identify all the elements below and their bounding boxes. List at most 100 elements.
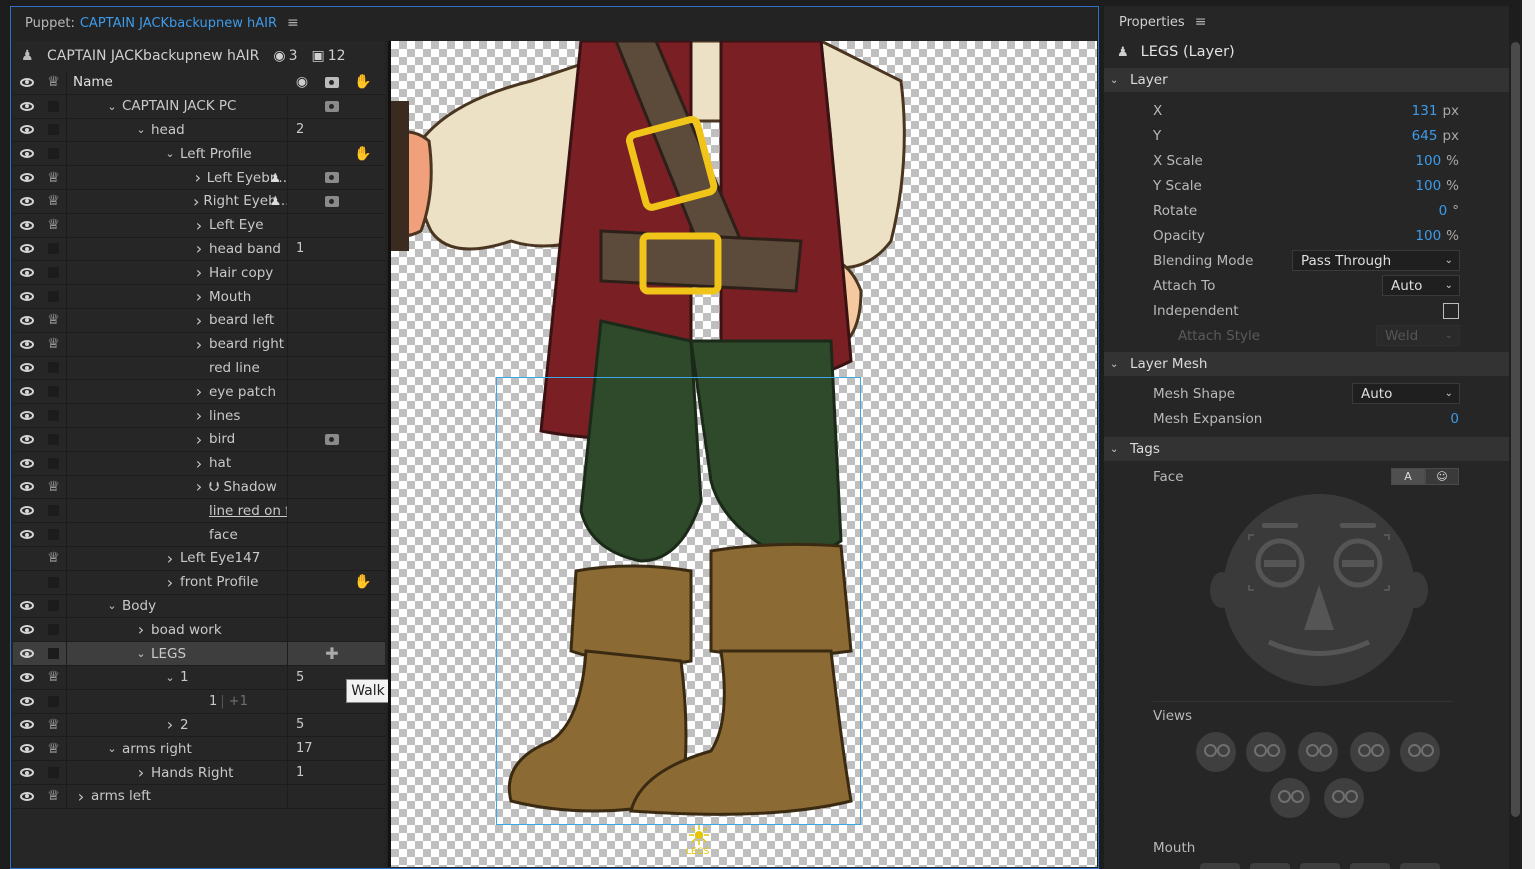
chevron-right-icon[interactable]: › — [193, 287, 205, 306]
tree-row[interactable]: › Hands Right 1 — [13, 761, 385, 785]
chevron-right-icon[interactable]: › — [193, 311, 205, 330]
tree-row[interactable]: › Hair copy — [13, 261, 385, 286]
tree-row-name[interactable]: › Right Eyeb... ♟ — [67, 189, 288, 213]
visibility-eye-icon[interactable] — [13, 238, 41, 261]
chevron-right-icon[interactable]: › — [164, 549, 176, 568]
tree-row[interactable]: ♕ ⌄ arms right 17 — [13, 737, 385, 762]
camera-slot[interactable] — [316, 119, 348, 142]
tree-row[interactable]: red line — [13, 356, 385, 381]
visibility-eye-icon[interactable] — [13, 642, 41, 665]
camera-icon[interactable] — [316, 428, 348, 451]
chevron-right-icon[interactable]: › — [164, 573, 176, 592]
camera-slot[interactable] — [316, 476, 348, 499]
tree-row-name[interactable]: › ⮋ Shadow — [67, 475, 288, 499]
tree-row[interactable]: ♕ › ⮋ Shadow — [13, 475, 385, 500]
camera-slot[interactable] — [316, 666, 348, 689]
mouth-shape-icon[interactable] — [1350, 863, 1390, 869]
chevron-right-icon[interactable]: › — [193, 406, 205, 425]
visibility-eye-icon[interactable] — [13, 737, 41, 760]
chevron-down-icon[interactable]: ⌄ — [106, 599, 118, 612]
chevron-right-icon[interactable]: › — [193, 454, 205, 473]
camera-slot[interactable] — [316, 595, 348, 618]
view-downward-icon[interactable] — [1324, 778, 1364, 818]
tree-row[interactable]: ♕ › Right Eyeb... ♟ — [13, 189, 385, 214]
hand-icon[interactable]: ✋ — [348, 571, 378, 594]
tree-row[interactable]: › lines — [13, 404, 385, 428]
camera-slot[interactable] — [316, 357, 348, 380]
crown-icon[interactable]: ♕ — [41, 213, 67, 237]
tree-row[interactable]: › Mouth — [13, 285, 385, 309]
view-frontal-icon[interactable] — [1298, 732, 1338, 772]
hand-slot[interactable] — [348, 476, 378, 499]
tree-row[interactable]: ⌄ Left Profile ✋ — [13, 142, 385, 167]
prop-x-value[interactable]: 131 — [1412, 103, 1438, 119]
camera-slot[interactable] — [316, 261, 348, 284]
solo-toggle[interactable] — [41, 451, 67, 475]
chevron-right-icon[interactable]: › — [193, 239, 205, 258]
tree-row[interactable]: ⌄ head 2 — [13, 118, 385, 143]
visibility-eye-icon[interactable] — [13, 309, 41, 332]
visibility-eye-icon[interactable] — [13, 785, 41, 808]
properties-scrollbar-thumb[interactable] — [1511, 42, 1520, 817]
chevron-right-icon[interactable]: › — [75, 787, 87, 806]
crown-icon[interactable]: ♕ — [41, 189, 67, 213]
crown-icon[interactable]: ♕ — [41, 546, 67, 570]
mesh-expansion-value[interactable]: 0 — [1450, 411, 1459, 427]
view-right-quarter-icon[interactable] — [1350, 732, 1390, 772]
solo-toggle[interactable] — [41, 570, 67, 594]
visibility-eye-icon[interactable] — [13, 666, 41, 689]
chevron-right-icon[interactable]: › — [193, 168, 203, 187]
camera-slot[interactable] — [316, 618, 348, 641]
hand-slot[interactable] — [348, 357, 378, 380]
hand-slot[interactable] — [348, 261, 378, 284]
hand-slot[interactable] — [348, 452, 378, 475]
tree-row[interactable]: ⌄ Body — [13, 594, 385, 619]
chevron-down-icon[interactable]: ⌄ — [135, 647, 147, 660]
tree-row[interactable]: 1 | +1 — [13, 689, 385, 714]
visibility-eye-icon[interactable] — [13, 261, 41, 284]
camera-slot[interactable] — [316, 761, 348, 784]
solo-toggle[interactable] — [41, 618, 67, 642]
tree-row-name[interactable]: › bird — [67, 427, 288, 451]
tree-row-name[interactable]: › boad work — [67, 618, 288, 642]
hand-slot[interactable] — [348, 214, 378, 237]
independent-checkbox[interactable] — [1443, 302, 1459, 319]
solo-toggle[interactable] — [41, 761, 67, 784]
tree-row-name[interactable]: › arms left — [67, 784, 288, 808]
hand-slot[interactable] — [348, 285, 378, 308]
camera-slot[interactable] — [316, 547, 348, 570]
visibility-eye-icon[interactable] — [13, 214, 41, 237]
hand-slot[interactable] — [348, 428, 378, 451]
tree-row[interactable]: ⌄ LEGS ✚ — [13, 642, 385, 666]
tree-row[interactable]: ♕ › beard left — [13, 308, 385, 333]
tree-row-name[interactable]: › hat — [67, 451, 288, 475]
visibility-eye-icon[interactable] — [13, 142, 41, 165]
solo-toggle[interactable] — [41, 642, 67, 665]
tree-row-name[interactable]: › Left Eye147 — [67, 546, 288, 570]
camera-icon[interactable] — [316, 166, 348, 189]
tree-row[interactable]: ♕ › beard right — [13, 332, 385, 357]
tree-row-name[interactable]: line red on face — [67, 499, 288, 523]
tree-row-name[interactable]: › lines — [67, 404, 288, 427]
prop-yscale-value[interactable]: 100 — [1415, 178, 1441, 194]
camera-slot[interactable] — [316, 404, 348, 427]
hand-slot[interactable] — [348, 309, 378, 332]
tree-row-name[interactable]: › head band — [67, 237, 288, 261]
add-icon[interactable]: ✚ — [316, 642, 348, 665]
chevron-down-icon[interactable]: ⌄ — [164, 147, 176, 160]
tree-row-name[interactable]: ⌄ CAPTAIN JACK PC — [67, 94, 288, 118]
view-upward-icon[interactable] — [1270, 778, 1310, 818]
visibility-eye-icon[interactable] — [13, 404, 41, 427]
attach-to-dropdown[interactable]: Auto ⌄ — [1382, 275, 1460, 296]
tree-row-name[interactable]: › beard left — [67, 308, 288, 332]
mouth-shape-icon[interactable] — [1250, 863, 1290, 869]
camera-slot[interactable] — [316, 690, 348, 713]
visibility-eye-icon[interactable] — [13, 714, 41, 737]
mouth-shape-icon[interactable] — [1400, 863, 1440, 869]
tree-row-name[interactable]: › Hair copy — [67, 261, 288, 285]
camera-slot[interactable] — [316, 452, 348, 475]
camera-slot[interactable] — [316, 333, 348, 356]
visibility-toggle[interactable] — [13, 571, 41, 594]
hand-slot[interactable] — [348, 595, 378, 618]
hand-slot[interactable] — [348, 380, 378, 403]
